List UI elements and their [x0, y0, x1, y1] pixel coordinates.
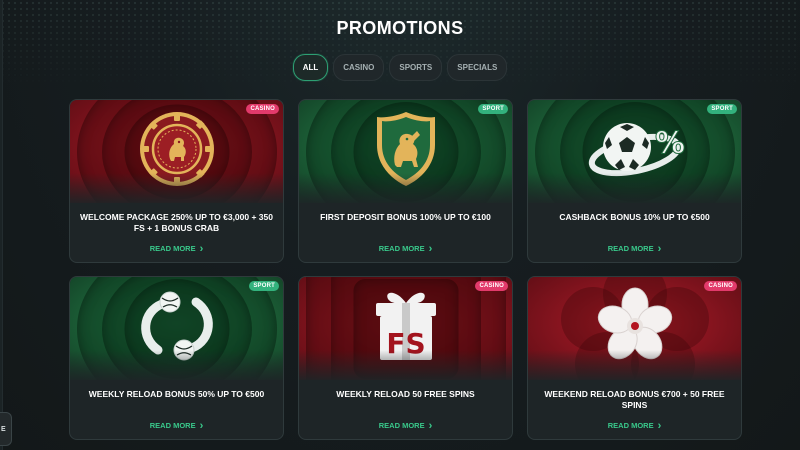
promo-title: CASHBACK BONUS 10% UP TO €500 [559, 212, 710, 222]
promo-title: FIRST DEPOSIT BONUS 100% UP TO €100 [320, 212, 491, 222]
promo-card-image: % [528, 100, 741, 203]
promo-title: WEEKEND RELOAD BONUS €700 + 50 FREE SPIN… [544, 389, 725, 410]
promo-card-weekend-reload[interactable]: CASINO WEEKEND RELOAD BONUS €700 + 50 FR… [527, 276, 742, 440]
chevron-right-icon: › [428, 242, 433, 255]
svg-text:%: % [655, 126, 685, 161]
read-more-label: READ MORE [149, 244, 196, 253]
promo-card-image [528, 277, 741, 380]
side-tab[interactable]: E [0, 412, 12, 446]
chevron-right-icon: › [428, 419, 433, 432]
promo-card-image [70, 277, 283, 380]
read-more-label: READ MORE [607, 244, 654, 253]
chevron-right-icon: › [657, 242, 662, 255]
read-more-link[interactable]: READ MORE › [299, 419, 512, 432]
read-more-link[interactable]: READ MORE › [528, 242, 741, 255]
read-more-link[interactable]: READ MORE › [70, 242, 283, 255]
promo-card-welcome-package[interactable]: CASINO WELCOME PACKAGE 250% UP TO €3,000… [69, 99, 284, 263]
promo-card-cashback[interactable]: % SPORT CASHBACK BONUS 10% UP TO €500 RE… [527, 99, 742, 263]
read-more-label: READ MORE [607, 421, 654, 430]
read-more-label: READ MORE [378, 421, 425, 430]
promo-card-first-deposit[interactable]: SPORT FIRST DEPOSIT BONUS 100% UP TO €10… [298, 99, 513, 263]
category-badge: CASINO [246, 104, 279, 114]
read-more-label: READ MORE [149, 421, 196, 430]
category-badge: SPORT [707, 104, 737, 114]
promo-card-image [299, 100, 512, 203]
chevron-right-icon: › [657, 419, 662, 432]
promo-card-image: FS [299, 277, 512, 380]
read-more-link[interactable]: READ MORE › [70, 419, 283, 432]
promo-title: WELCOME PACKAGE 250% UP TO €3,000 + 350 … [80, 212, 273, 233]
side-tab-label: E [1, 425, 6, 433]
category-badge: SPORT [249, 281, 279, 291]
promo-card-weekly-reload-bonus[interactable]: SPORT WEEKLY RELOAD BONUS 50% UP TO €500… [69, 276, 284, 440]
read-more-label: READ MORE [378, 244, 425, 253]
chevron-right-icon: › [199, 419, 204, 432]
page-title: PROMOTIONS [336, 18, 464, 38]
category-badge: CASINO [704, 281, 737, 291]
category-badge: CASINO [475, 281, 508, 291]
tab-casino[interactable]: CASINO [333, 54, 385, 81]
category-badge: SPORT [478, 104, 508, 114]
promo-card-image [70, 100, 283, 203]
promo-title: WEEKLY RELOAD BONUS 50% UP TO €500 [88, 389, 265, 399]
chevron-right-icon: › [199, 242, 204, 255]
tab-specials[interactable]: SPECIALS [447, 54, 508, 81]
tab-all[interactable]: ALL [292, 54, 329, 81]
read-more-link[interactable]: READ MORE › [299, 242, 512, 255]
promotions-grid: CASINO WELCOME PACKAGE 250% UP TO €3,000… [69, 99, 742, 440]
promo-title: WEEKLY RELOAD 50 FREE SPINS [336, 389, 475, 399]
read-more-link[interactable]: READ MORE › [528, 419, 741, 432]
tab-sports[interactable]: SPORTS [389, 54, 443, 81]
filter-tabs: ALL CASINO SPORTS SPECIALS [0, 54, 800, 81]
promo-card-weekly-free-spins[interactable]: FS CASINO WEEKLY RELOAD 50 FREE SPINS RE… [298, 276, 513, 440]
